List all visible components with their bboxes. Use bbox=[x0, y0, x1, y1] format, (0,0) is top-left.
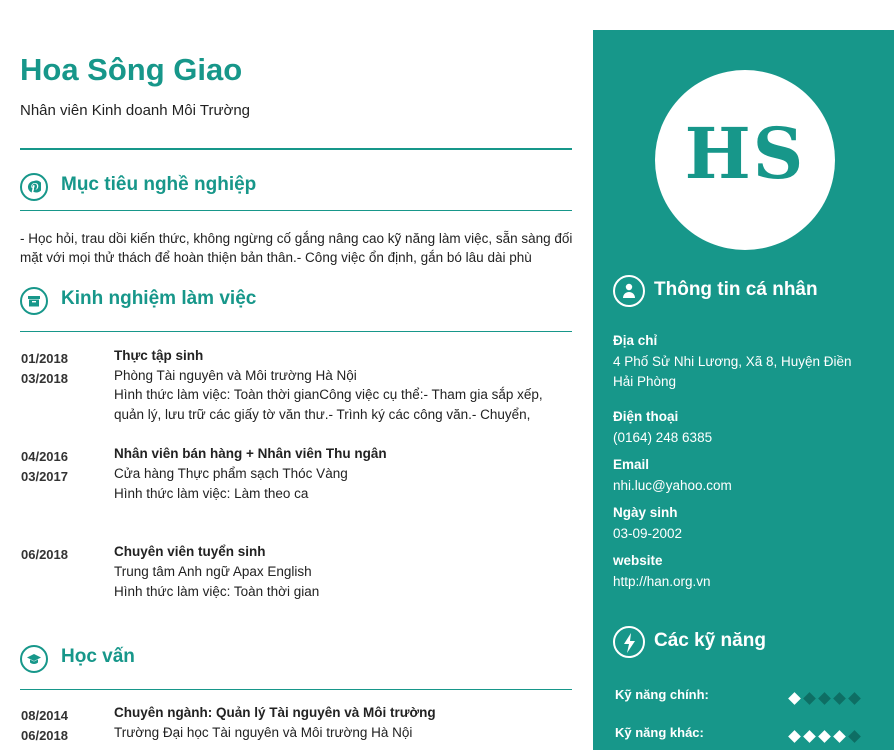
entry-title: Nhân viên bán hàng + Nhân viên Thu ngân bbox=[114, 446, 387, 461]
entry-organization: Trường Đại học Tài nguyên và Môi trường … bbox=[114, 725, 413, 740]
skill-rating bbox=[788, 690, 865, 708]
section-divider bbox=[20, 689, 572, 690]
skill-dot-empty bbox=[848, 730, 861, 743]
user-icon bbox=[613, 275, 645, 307]
entry-organization: Phòng Tài nguyên và Môi trường Hà Nội bbox=[114, 368, 357, 383]
field-label-phone: Điện thoại bbox=[613, 409, 679, 424]
entry-description: Hình thức làm việc: Toàn thời gianCông v… bbox=[114, 387, 543, 422]
skill-label: Kỹ năng chính: bbox=[615, 687, 709, 702]
entry-organization: Cửa hàng Thực phẩm sạch Thóc Vàng bbox=[114, 466, 348, 481]
field-value-phone: (0164) 248 6385 bbox=[613, 430, 713, 445]
field-value-birthday: 03-09-2002 bbox=[613, 526, 683, 541]
skill-dot-filled bbox=[803, 730, 816, 743]
field-label-birthday: Ngày sinh bbox=[613, 505, 678, 520]
section-objective-title: Mục tiêu nghề nghiệp bbox=[61, 174, 257, 195]
bolt-icon bbox=[613, 626, 645, 658]
skill-rating bbox=[788, 728, 865, 746]
entry-date-to: 03/2017 bbox=[21, 469, 68, 484]
avatar-initials: HS bbox=[684, 112, 806, 195]
field-label-email: Email bbox=[613, 457, 650, 472]
section-divider bbox=[20, 331, 572, 332]
personal-info-title: Thông tin cá nhân bbox=[654, 279, 818, 300]
candidate-position: Nhân viên Kinh doanh Môi Trường bbox=[20, 102, 251, 119]
skill-label: Kỹ năng khác: bbox=[615, 725, 704, 740]
graduation-cap-icon bbox=[20, 645, 48, 673]
section-experience-header: Kinh nghiệm làm việc bbox=[20, 287, 572, 332]
skills-title: Các kỹ năng bbox=[654, 630, 766, 651]
entry-date-from: 04/2016 bbox=[21, 449, 68, 464]
field-label-website: website bbox=[613, 553, 663, 568]
sidebar: HS Thông tin cá nhân Địa chỉ 4 Phố Sử Nh… bbox=[593, 30, 894, 750]
section-experience-title: Kinh nghiệm làm việc bbox=[61, 288, 257, 309]
objective-text: - Học hỏi, trau dồi kiến thức, không ngừ… bbox=[20, 231, 573, 265]
skill-dot-filled bbox=[818, 730, 831, 743]
skill-dot-filled bbox=[788, 692, 801, 705]
pinterest-icon bbox=[20, 173, 48, 201]
candidate-name: Hoa Sông Giao bbox=[20, 52, 243, 87]
field-value-website: http://han.org.vn bbox=[613, 574, 711, 589]
skill-dot-filled bbox=[788, 730, 801, 743]
field-label-address: Địa chỉ bbox=[613, 333, 658, 348]
entry-organization: Trung tâm Anh ngữ Apax English bbox=[114, 564, 312, 579]
entry-description: Hình thức làm việc: Toàn thời gian bbox=[114, 584, 320, 599]
archive-icon bbox=[20, 287, 48, 315]
entry-title: Chuyên ngành: Quản lý Tài nguyên và Môi … bbox=[114, 705, 436, 720]
section-education-header: Học vấn bbox=[20, 645, 572, 690]
entry-date-to: 06/2018 bbox=[21, 728, 68, 743]
entry-description: Hình thức làm việc: Làm theo ca bbox=[114, 486, 309, 501]
skill-dot-empty bbox=[848, 692, 861, 705]
skill-row: Kỹ năng khác: bbox=[615, 725, 875, 745]
skill-dot-empty bbox=[818, 692, 831, 705]
entry-date-from: 01/2018 bbox=[21, 351, 68, 366]
entry-date-from: 06/2018 bbox=[21, 547, 68, 562]
field-value-email: nhi.luc@yahoo.com bbox=[613, 478, 732, 493]
section-education-title: Học vấn bbox=[61, 646, 135, 667]
skill-dot-filled bbox=[833, 730, 846, 743]
entry-title: Chuyên viên tuyển sinh bbox=[114, 544, 266, 559]
skill-row: Kỹ năng chính: bbox=[615, 687, 875, 707]
personal-info-header: Thông tin cá nhân bbox=[613, 275, 883, 309]
entry-date-from: 08/2014 bbox=[21, 708, 68, 723]
entry-date-to: 03/2018 bbox=[21, 371, 68, 386]
section-divider bbox=[20, 210, 572, 211]
section-objective-header: Mục tiêu nghề nghiệp bbox=[20, 173, 572, 213]
entry-title: Thực tập sinh bbox=[114, 348, 204, 363]
field-value-address: 4 Phố Sử Nhi Lương, Xã 8, Huyện Điền Hải… bbox=[613, 354, 852, 389]
header-divider bbox=[20, 148, 572, 150]
skill-dot-empty bbox=[833, 692, 846, 705]
avatar: HS bbox=[655, 70, 835, 250]
skill-dot-empty bbox=[803, 692, 816, 705]
skills-header: Các kỹ năng bbox=[613, 626, 883, 660]
